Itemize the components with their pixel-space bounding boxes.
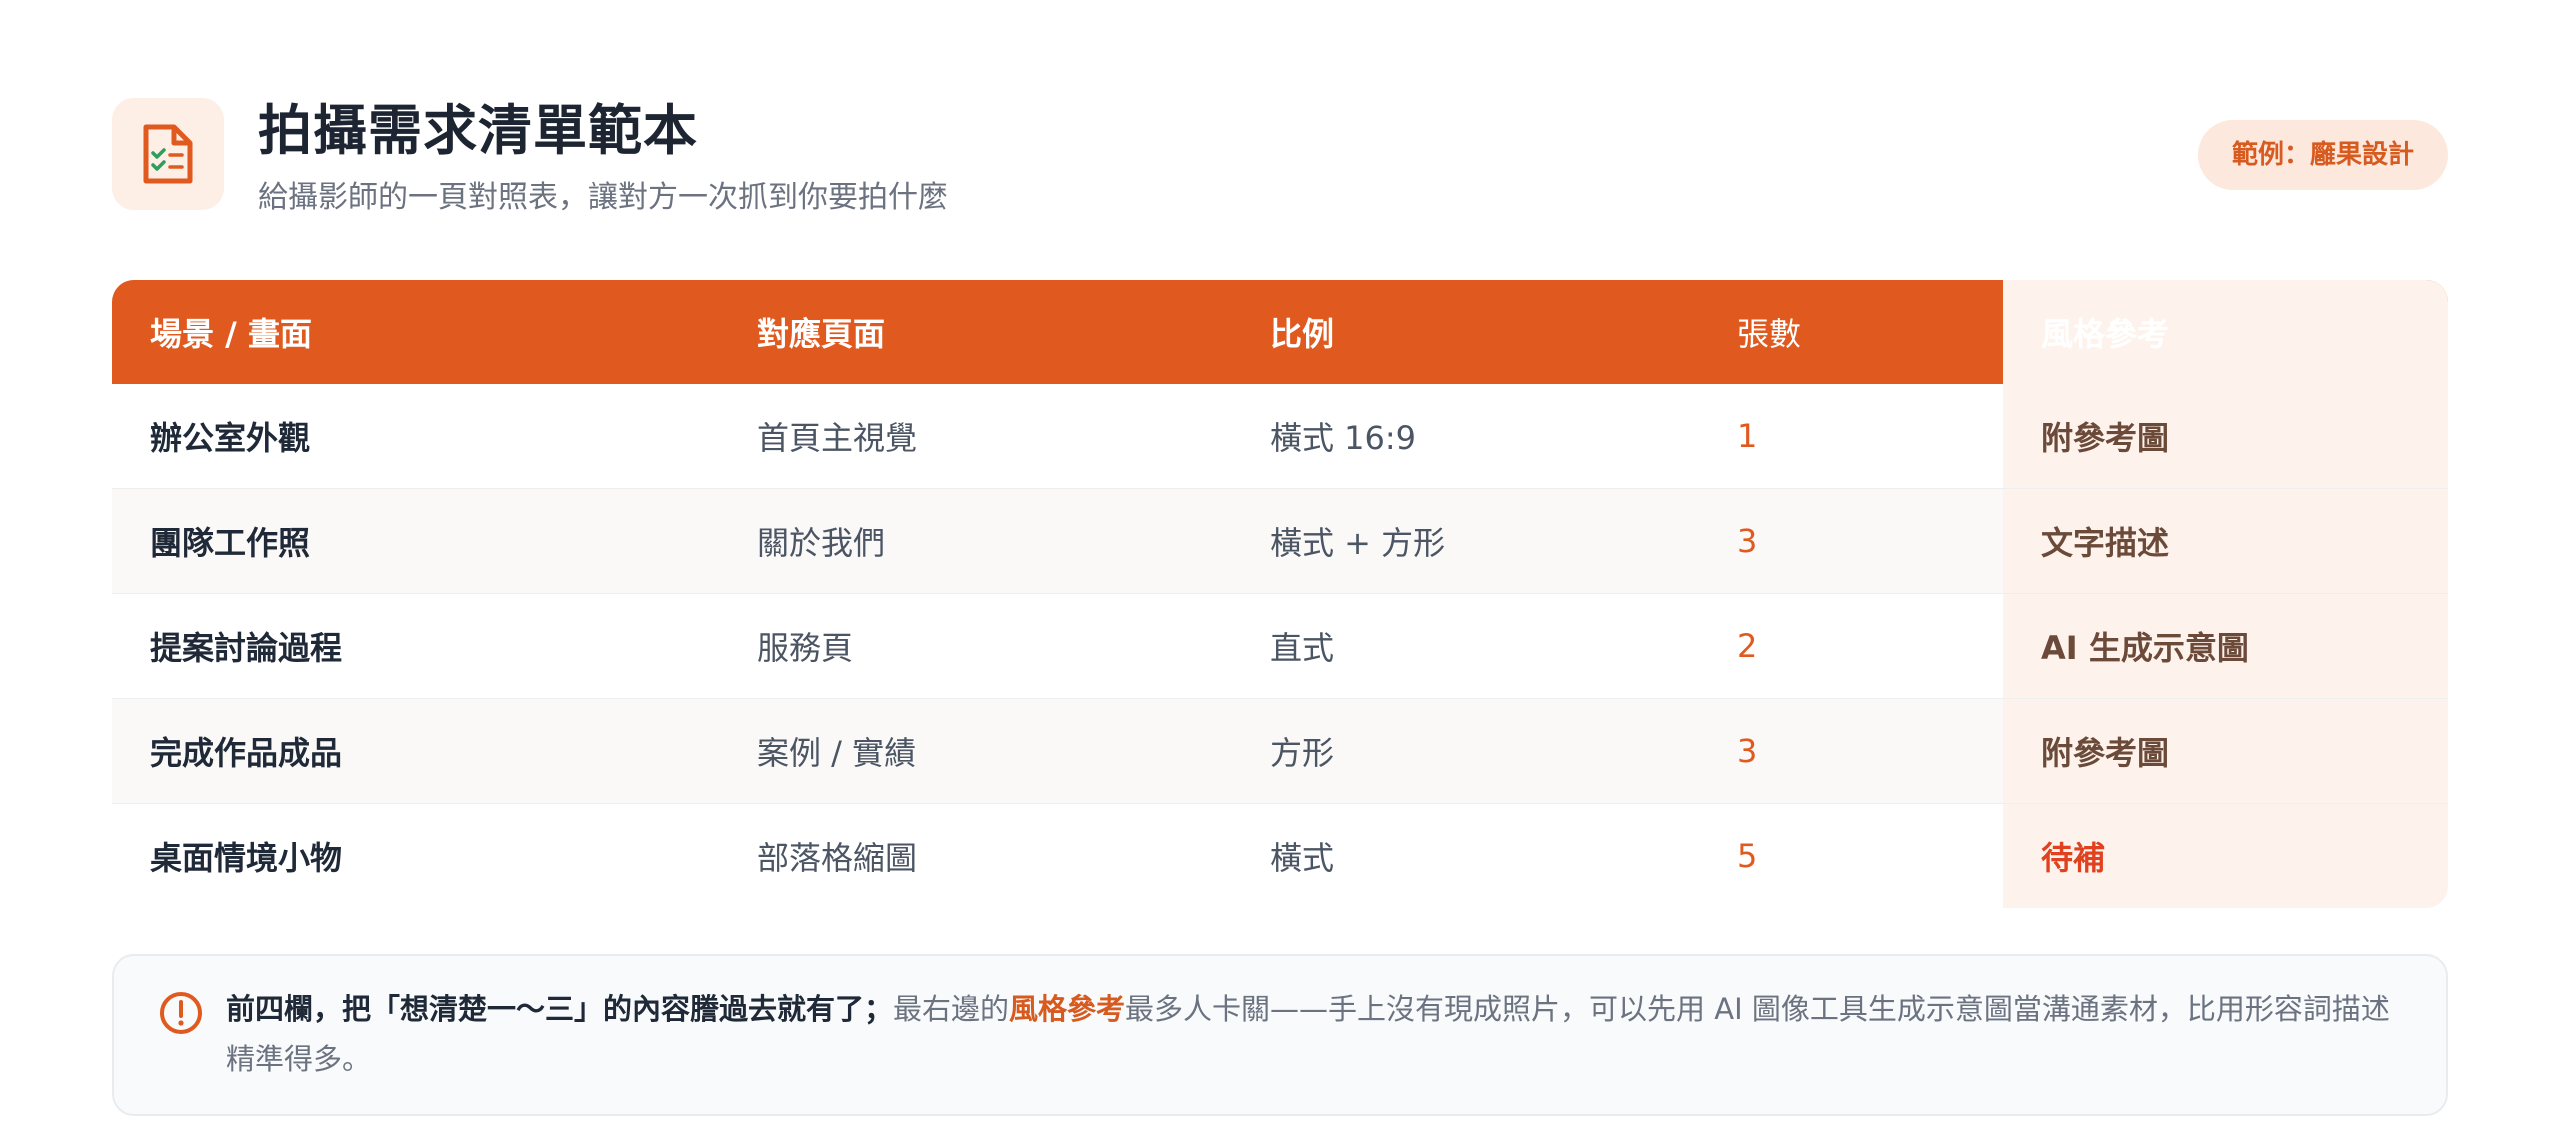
shot-list-table: 場景 / 畫面 對應頁面 比例 張數 風格參考 辦公室外觀 首頁主視覺 橫式 1… (112, 280, 2448, 908)
column-header-page: 對應頁面 (757, 315, 886, 353)
scene-cell: 提案討論過程 (150, 629, 343, 667)
style-cell: 附參考圖 (2003, 384, 2448, 488)
tip-accent-text: 風格參考 (1009, 992, 1126, 1026)
page-cell: 關於我們 (757, 524, 886, 562)
page-title: 拍攝需求清單範本 (258, 99, 698, 162)
count-cell: 3 (1737, 522, 1758, 560)
page-header: 拍攝需求清單範本 給攝影師的一頁對照表，讓對方一次抓到你要拍什麼 範例：廱果設計 (112, 98, 2448, 228)
style-cell: AI 生成示意圖 (2003, 594, 2448, 698)
page-subtitle: 給攝影師的一頁對照表，讓對方一次抓到你要拍什麼 (258, 180, 948, 215)
count-cell: 3 (1737, 732, 1758, 770)
table-row: 完成作品成品 案例 / 實績 方形 3 附參考圖 (112, 699, 2448, 804)
style-cell: 附參考圖 (2003, 699, 2448, 803)
ratio-cell: 方形 (1270, 734, 1335, 772)
table-header-row: 場景 / 畫面 對應頁面 比例 張數 風格參考 (112, 280, 2448, 384)
page-cell: 部落格縮圖 (757, 839, 918, 877)
ratio-cell: 橫式 (1270, 839, 1335, 877)
tip-callout: 前四欄，把「想清楚一～三」的內容謄過去就有了；最右邊的風格參考最多人卡關——手上… (112, 954, 2448, 1116)
tip-text-part1: 最右邊的 (893, 992, 1010, 1026)
tip-text: 前四欄，把「想清楚一～三」的內容謄過去就有了；最右邊的風格參考最多人卡關——手上… (226, 984, 2406, 1084)
count-cell: 1 (1737, 417, 1758, 455)
scene-cell: 完成作品成品 (150, 734, 343, 772)
count-cell: 5 (1737, 837, 1758, 875)
ratio-cell: 橫式 16:9 (1270, 419, 1417, 457)
scene-cell: 團隊工作照 (150, 524, 311, 562)
column-header-style: 風格參考 (2003, 280, 2448, 384)
ratio-cell: 橫式 + 方形 (1270, 524, 1446, 562)
column-header-scene: 場景 / 畫面 (150, 315, 312, 353)
ratio-cell: 直式 (1270, 629, 1335, 667)
alert-circle-icon (158, 990, 204, 1036)
table-row: 桌面情境小物 部落格縮圖 橫式 5 待補 (112, 804, 2448, 908)
page-cell: 服務頁 (757, 629, 854, 667)
tip-bold-text: 前四欄，把「想清楚一～三」的內容謄過去就有了； (226, 992, 894, 1026)
table-row: 團隊工作照 關於我們 橫式 + 方形 3 文字描述 (112, 489, 2448, 594)
table-row: 辦公室外觀 首頁主視覺 橫式 16:9 1 附參考圖 (112, 384, 2448, 489)
style-cell-pending: 待補 (2003, 804, 2448, 908)
count-cell: 2 (1737, 627, 1758, 665)
style-cell: 文字描述 (2003, 489, 2448, 593)
column-header-count: 張數 (1737, 315, 1802, 353)
document-checklist-icon (112, 98, 224, 210)
table-row: 提案討論過程 服務頁 直式 2 AI 生成示意圖 (112, 594, 2448, 699)
example-badge: 範例：廱果設計 (2197, 120, 2448, 190)
scene-cell: 桌面情境小物 (150, 839, 343, 877)
column-header-ratio: 比例 (1270, 315, 1335, 353)
page-cell: 首頁主視覺 (757, 419, 918, 457)
page-cell: 案例 / 實績 (757, 734, 917, 772)
scene-cell: 辦公室外觀 (150, 419, 311, 457)
